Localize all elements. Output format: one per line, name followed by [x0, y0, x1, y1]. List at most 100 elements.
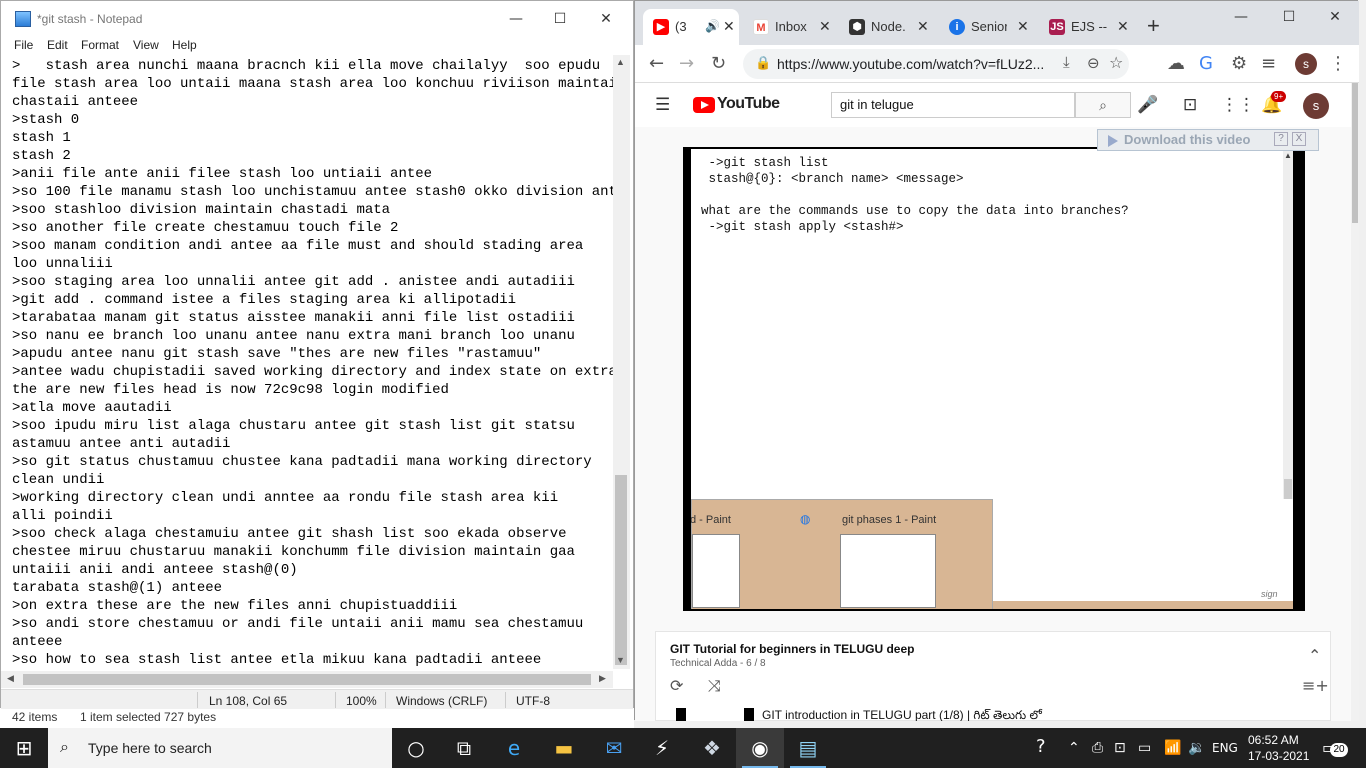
notepad-text-area[interactable]: > stash area nunchi maana bracnch kii el… [1, 55, 613, 669]
playlist-item-title[interactable]: GIT introduction in TELUGU part (1/8) | … [762, 708, 1042, 721]
chrome-close-button[interactable]: ✕ [1315, 0, 1355, 35]
video-paint-label: d - Paint [691, 514, 731, 526]
profile-avatar[interactable]: s [1295, 53, 1317, 75]
playlist-item-thumbnail[interactable] [676, 708, 754, 721]
close-tab-icon[interactable]: ✕ [819, 18, 831, 35]
lock-icon[interactable]: 🔒 [755, 55, 771, 71]
taskbar-search-placeholder: Type here to search [88, 740, 212, 756]
tab-label: (3 [675, 19, 687, 34]
loop-icon[interactable]: ⟳ [670, 676, 683, 695]
notepad-horizontal-scroll-thumb[interactable] [23, 674, 591, 685]
clock-time[interactable]: 06:52 AM [1248, 733, 1299, 747]
notepad-taskbar-icon[interactable]: ▤ [784, 728, 832, 768]
hamburger-menu-icon[interactable]: ☰ [655, 95, 670, 115]
cortana-icon[interactable]: ○ [392, 728, 440, 768]
download-video-bar[interactable]: Download this video ? X [1097, 129, 1319, 151]
forward-icon[interactable]: → [679, 53, 694, 74]
minimize-button[interactable]: — [493, 1, 539, 37]
menu-file[interactable]: File [14, 38, 33, 52]
video-player[interactable]: ->git stash list stash@{0}: <branch name… [683, 147, 1305, 611]
apps-grid-icon[interactable]: ⋮⋮ [1221, 95, 1255, 115]
playlist-title[interactable]: GIT Tutorial for beginners in TELUGU dee… [670, 642, 914, 656]
menu-help[interactable]: Help [172, 38, 197, 52]
youtube-avatar[interactable]: s [1303, 93, 1329, 119]
file-explorer-icon[interactable]: ▬ [540, 728, 588, 768]
dropbox-icon[interactable]: ❖ [688, 728, 736, 768]
bookmark-star-icon[interactable]: ☆ [1109, 53, 1123, 73]
help-icon[interactable]: ? [1274, 132, 1288, 146]
volume-icon[interactable]: 🔉 [1188, 740, 1205, 756]
page-scrollbar[interactable] [1351, 83, 1359, 721]
lightning-app-icon[interactable]: ⚡ [638, 728, 686, 768]
tab-ejs[interactable]: JS EJS -- ✕ [1039, 9, 1135, 45]
scroll-right-icon[interactable]: ▶ [599, 673, 606, 684]
notepad-vertical-scrollbar[interactable]: ▲ ▼ [613, 55, 630, 669]
youtube-logo-text[interactable]: YouTube [717, 95, 780, 113]
page-scroll-thumb[interactable] [1352, 83, 1358, 223]
language-indicator[interactable]: ENG [1212, 741, 1238, 755]
wifi-icon[interactable]: 📶 [1164, 740, 1181, 756]
speaker-icon[interactable]: 🔊 [705, 19, 720, 33]
close-tab-icon[interactable]: ✕ [917, 18, 929, 35]
close-icon[interactable]: X [1292, 132, 1306, 146]
video-code-text: ->git stash list stash@{0}: <branch name… [701, 156, 1129, 234]
tab-inbox[interactable]: M Inbox ✕ [743, 9, 835, 45]
tab-senior[interactable]: i Senior ✕ [939, 9, 1035, 45]
notepad-vertical-scroll-thumb[interactable] [615, 475, 627, 665]
notepad-horizontal-scrollbar[interactable]: ◀ ▶ [1, 671, 613, 688]
menu-kebab-icon[interactable]: ⋮ [1329, 53, 1347, 74]
scroll-down-icon[interactable]: ▼ [616, 655, 625, 665]
video-paint-label: git phases 1 - Paint [842, 514, 937, 526]
address-bar[interactable]: 🔒 https://www.youtube.com/watch?v=fLUz2.… [743, 49, 1129, 79]
install-icon[interactable]: ⤓ [1063, 54, 1070, 71]
create-video-icon[interactable]: ⊡ [1183, 95, 1197, 115]
screen-icon[interactable]: ⊡ [1114, 740, 1126, 756]
video-frame: ->git stash list stash@{0}: <branch name… [691, 149, 1293, 609]
windows-start-icon[interactable]: ⊞ [0, 728, 48, 768]
translate-icon[interactable]: G [1199, 53, 1213, 74]
cloud-icon[interactable]: ☁ [1167, 53, 1185, 74]
scroll-up-icon[interactable]: ▲ [616, 57, 625, 67]
battery-icon[interactable]: ▭ [1138, 740, 1151, 756]
chrome-icon[interactable]: ◉ [736, 728, 784, 768]
tab-youtube[interactable]: ▶ (3 🔊 ✕ [643, 9, 739, 45]
back-icon[interactable]: ← [649, 53, 664, 74]
new-tab-button[interactable]: + [1147, 13, 1160, 39]
chevron-up-icon[interactable]: ⌃ [1308, 646, 1321, 665]
menu-view[interactable]: View [133, 38, 159, 52]
edge-icon[interactable]: e [490, 728, 538, 768]
scroll-left-icon[interactable]: ◀ [7, 673, 14, 684]
tab-node[interactable]: ⬢ Node. ✕ [839, 9, 935, 45]
zoom-icon[interactable]: ⊖ [1087, 54, 1100, 72]
menu-edit[interactable]: Edit [47, 38, 68, 52]
device-icon[interactable]: ⎙ [1092, 740, 1103, 756]
shuffle-icon[interactable]: ⤨ [708, 676, 721, 696]
close-tab-icon[interactable]: ✕ [723, 18, 735, 35]
media-control-icon[interactable]: ≡ [1261, 53, 1276, 74]
play-icon [1108, 135, 1118, 147]
task-view-icon[interactable]: ⧉ [440, 728, 488, 768]
url-text: https://www.youtube.com/watch?v=fLUz2... [777, 56, 1045, 72]
chevron-up-icon[interactable]: ⌃ [1068, 740, 1080, 756]
mail-icon[interactable]: ✉ [590, 728, 638, 768]
reload-icon[interactable]: ↻ [711, 53, 726, 74]
menu-format[interactable]: Format [81, 38, 119, 52]
download-video-label[interactable]: Download this video [1124, 132, 1250, 147]
search-icon[interactable]: ⌕ [1075, 92, 1131, 118]
add-to-playlist-icon[interactable]: ≡+ [1302, 676, 1329, 695]
maximize-button[interactable]: ☐ [537, 1, 583, 37]
close-button[interactable]: ✕ [583, 1, 629, 37]
extensions-icon[interactable]: ⚙ [1231, 53, 1247, 74]
chrome-minimize-button[interactable]: — [1221, 0, 1261, 35]
youtube-search-input[interactable]: git in telugue [831, 92, 1075, 118]
taskbar: ⊞ ⌕ Type here to search ○ ⧉ e ▬ ✉ ⚡ ❖ ◉ … [0, 728, 1366, 768]
playlist-subtitle[interactable]: Technical Adda - 6 / 8 [670, 658, 766, 669]
notepad-titlebar[interactable]: *git stash - Notepad — ☐ ✕ [1, 1, 633, 37]
microphone-icon[interactable]: 🎤 [1137, 95, 1158, 115]
close-tab-icon[interactable]: ✕ [1017, 18, 1029, 35]
clock-date[interactable]: 17-03-2021 [1248, 749, 1309, 763]
close-tab-icon[interactable]: ✕ [1117, 18, 1129, 35]
chrome-maximize-button[interactable]: ☐ [1269, 0, 1309, 35]
taskbar-search-box[interactable]: ⌕ Type here to search [48, 728, 392, 768]
help-icon[interactable]: ? [1036, 736, 1046, 757]
